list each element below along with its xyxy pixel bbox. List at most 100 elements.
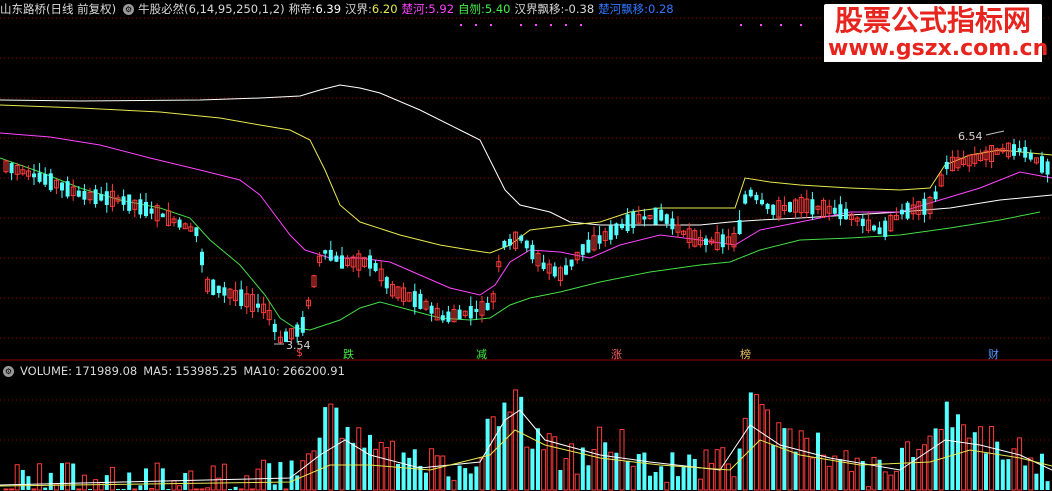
- watermark-logo: 股票公式指标网 www.gszx.com.cn: [824, 4, 1048, 62]
- volume-bar: [138, 485, 143, 490]
- volume-bar: [485, 418, 490, 490]
- volume-bar: [765, 409, 771, 491]
- volume-bar: [389, 440, 395, 491]
- volume-bar: [457, 465, 462, 490]
- candle-body-down: [1028, 153, 1033, 160]
- signal-dot: [760, 24, 762, 26]
- watermark-url: www.gszx.com.cn: [824, 36, 1048, 62]
- volume-bar: [659, 466, 664, 490]
- volume-bar: [893, 470, 899, 491]
- chendi-label: 称帝:: [288, 2, 316, 16]
- volume-bar: [362, 447, 367, 490]
- volume-bar: [255, 468, 261, 491]
- volume-bar: [642, 452, 647, 490]
- candle-body-down: [384, 277, 389, 289]
- candle-body-down: [300, 317, 305, 333]
- volume-bar: [295, 475, 300, 490]
- signal-markers: $ 跌 减 涨 榜 财: [296, 346, 999, 361]
- volume-bar: [228, 489, 232, 490]
- candle-body-down: [256, 303, 260, 308]
- volume-bar: [591, 448, 597, 491]
- candle-body-down: [872, 225, 876, 231]
- volume-bar: [351, 442, 356, 490]
- candle-body-down: [620, 223, 624, 229]
- volume-bar: [278, 462, 283, 490]
- kline-chart[interactable]: 3.54 6.54 $ 跌 减 涨 榜 财: [0, 0, 1052, 491]
- volume-bar: [48, 472, 53, 490]
- candlesticks: [3, 138, 1050, 344]
- candle-body-down: [519, 235, 524, 241]
- candle-body-down: [468, 306, 473, 319]
- candle-body-down: [323, 250, 328, 254]
- volume-bar: [116, 489, 120, 490]
- candle-body-down: [457, 309, 462, 320]
- indicator-name[interactable]: 牛股必然(6,14,95,250,1,2): [138, 1, 284, 17]
- indicator-header: 山东路桥(日线 前复权) ⚙ 牛股必然(6,14,95,250,1,2) 称帝:…: [0, 0, 678, 18]
- candle-body-down: [272, 323, 277, 333]
- candle-body-down: [788, 202, 792, 212]
- volume-bar: [76, 488, 82, 491]
- volume-bar: [821, 454, 827, 491]
- candle-body-down: [82, 190, 87, 200]
- volume-bar: [373, 448, 379, 491]
- volume-bar: [205, 487, 211, 491]
- volume-bar: [305, 453, 311, 491]
- candle-body-down: [502, 240, 507, 248]
- candle-body-down: [32, 173, 36, 178]
- candle-body-down: [37, 172, 42, 182]
- volume-bar: [653, 471, 658, 490]
- stock-name[interactable]: 山东路桥(日线 前复权): [0, 1, 116, 17]
- volume-bar: [451, 479, 457, 491]
- volume-bar: [793, 451, 798, 490]
- volume-bar: [950, 427, 955, 490]
- volume-bar: [630, 465, 636, 491]
- volume-bar: [563, 458, 569, 491]
- volume-bar: [648, 475, 652, 490]
- volume-bar: [681, 465, 686, 490]
- volume-bar: [865, 486, 871, 491]
- volume-bar: [317, 437, 322, 490]
- volume-bar: [798, 430, 804, 491]
- candle-body-down: [720, 234, 725, 248]
- signal-dot: [800, 24, 802, 26]
- ma10-value: 266200.91: [282, 364, 345, 378]
- candle-body-down: [446, 311, 451, 322]
- candle-body-down: [883, 220, 888, 237]
- candle-body-down: [844, 208, 848, 220]
- ma-white-line: [0, 84, 1052, 226]
- candle-body-down: [771, 204, 776, 215]
- candle-body-down: [530, 244, 535, 260]
- volume-bar: [323, 407, 328, 490]
- volume-bar: [446, 476, 451, 490]
- candle-body-down: [944, 161, 949, 170]
- volume-bar: [748, 392, 753, 490]
- volume-bar: [193, 488, 199, 491]
- volume-bar: [71, 463, 76, 490]
- candle-body-down: [524, 240, 529, 249]
- volume-bar: [938, 429, 944, 491]
- signal-dot: [490, 24, 492, 26]
- ma-green-line: [0, 157, 1041, 331]
- volume-bar: [804, 437, 810, 491]
- candle-body-down: [440, 315, 445, 321]
- chuhe-drift-label: 楚河飘移:: [598, 2, 649, 16]
- zigang-value: 5.40: [484, 2, 511, 16]
- ma5-label: MA5:: [143, 364, 173, 378]
- volume-bar: [944, 401, 949, 490]
- zigang-label: 自刎:: [458, 2, 485, 16]
- candle-body-down: [412, 291, 417, 308]
- volume-settings-icon[interactable]: ⚙: [3, 365, 14, 377]
- candle-body-down: [704, 238, 708, 246]
- candle-body-down: [127, 194, 132, 211]
- volume-bar: [496, 426, 501, 490]
- volume-bar: [541, 449, 547, 491]
- settings-icon[interactable]: ⚙: [123, 3, 135, 15]
- volume-bar: [984, 453, 988, 490]
- volume-bar: [26, 476, 31, 490]
- candle-body-down: [541, 262, 546, 270]
- volume-bar: [608, 451, 614, 491]
- volume-bar: [60, 463, 64, 490]
- candle-body-down: [200, 251, 204, 266]
- signal-dot: [520, 24, 522, 26]
- signal-dot: [535, 24, 537, 26]
